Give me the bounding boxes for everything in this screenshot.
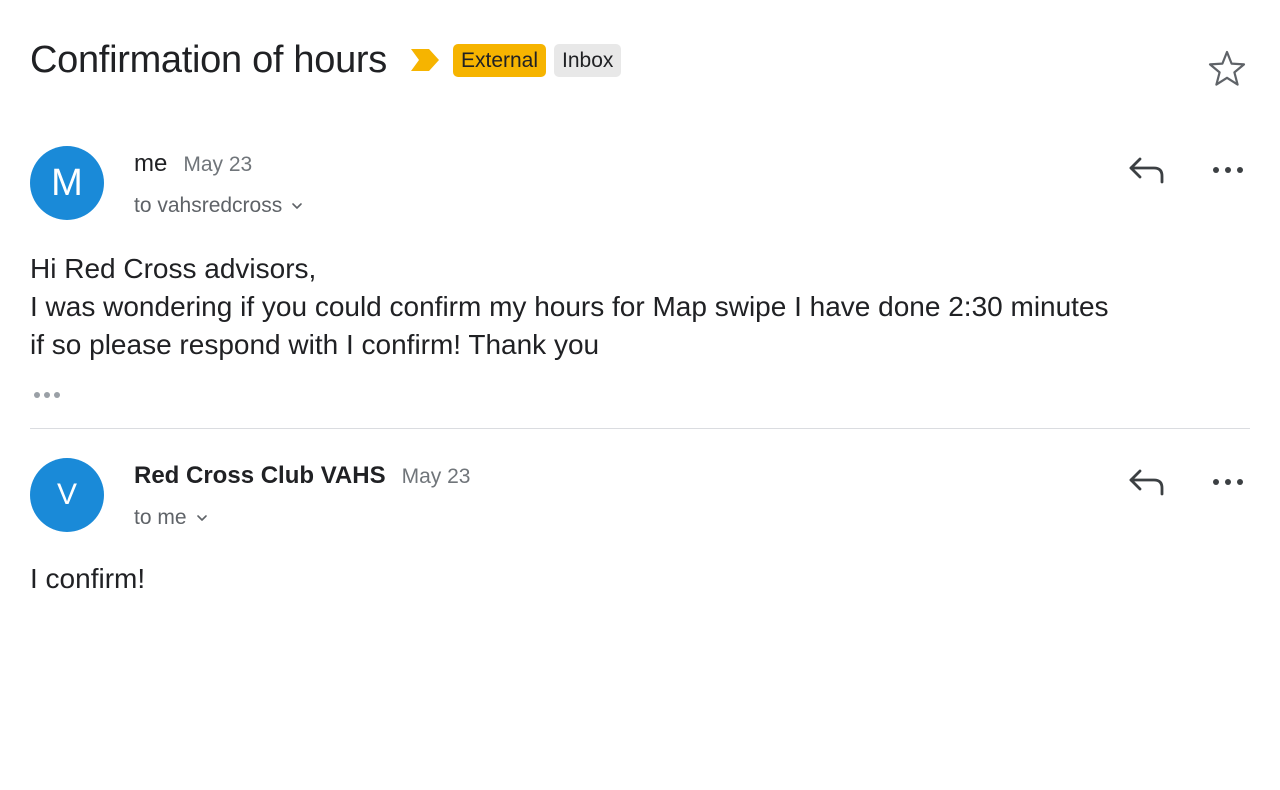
avatar[interactable]: V — [30, 458, 104, 532]
recipient-text: to me — [134, 506, 187, 529]
thread-header: Confirmation of hours External Inbox — [30, 32, 622, 88]
sender-name[interactable]: Red Cross Club VAHS — [134, 462, 386, 490]
sender-line: Red Cross Club VAHS May 23 — [134, 462, 470, 490]
reply-icon[interactable] — [1124, 462, 1168, 502]
message-date: May 23 — [401, 465, 471, 488]
avatar-letter: M — [51, 161, 83, 204]
thread-subject: Confirmation of hours — [30, 39, 387, 81]
message-body: Hi Red Cross advisors, I was wondering i… — [30, 250, 1250, 364]
body-line: I was wondering if you could confirm my … — [30, 291, 1109, 322]
message-date: May 23 — [183, 153, 253, 176]
body-line: if so please respond with I confirm! Tha… — [30, 329, 600, 360]
recipient-details-toggle[interactable]: to vahsredcross — [134, 194, 304, 218]
label-inbox[interactable]: Inbox — [554, 43, 622, 77]
label-external[interactable]: External — [452, 43, 547, 77]
avatar[interactable]: M — [30, 146, 104, 220]
message-body: I confirm! — [30, 560, 1250, 598]
chevron-down-icon — [292, 203, 303, 209]
more-options-icon[interactable] — [1206, 462, 1250, 502]
importance-marker-icon[interactable] — [409, 47, 441, 73]
star-icon[interactable] — [1206, 48, 1248, 90]
body-line: Hi Red Cross advisors, — [30, 253, 317, 284]
body-line: I confirm! — [30, 563, 146, 594]
more-options-icon[interactable] — [1206, 150, 1250, 190]
sender-line: me May 23 — [134, 150, 252, 178]
avatar-letter: V — [56, 478, 77, 511]
recipient-text: to vahsredcross — [134, 194, 283, 217]
message-divider — [30, 428, 1250, 429]
sender-name[interactable]: me — [134, 150, 167, 178]
show-trimmed-content-icon[interactable] — [30, 386, 70, 404]
reply-icon[interactable] — [1124, 150, 1168, 190]
chevron-down-icon — [196, 515, 207, 521]
recipient-details-toggle[interactable]: to me — [134, 506, 209, 530]
